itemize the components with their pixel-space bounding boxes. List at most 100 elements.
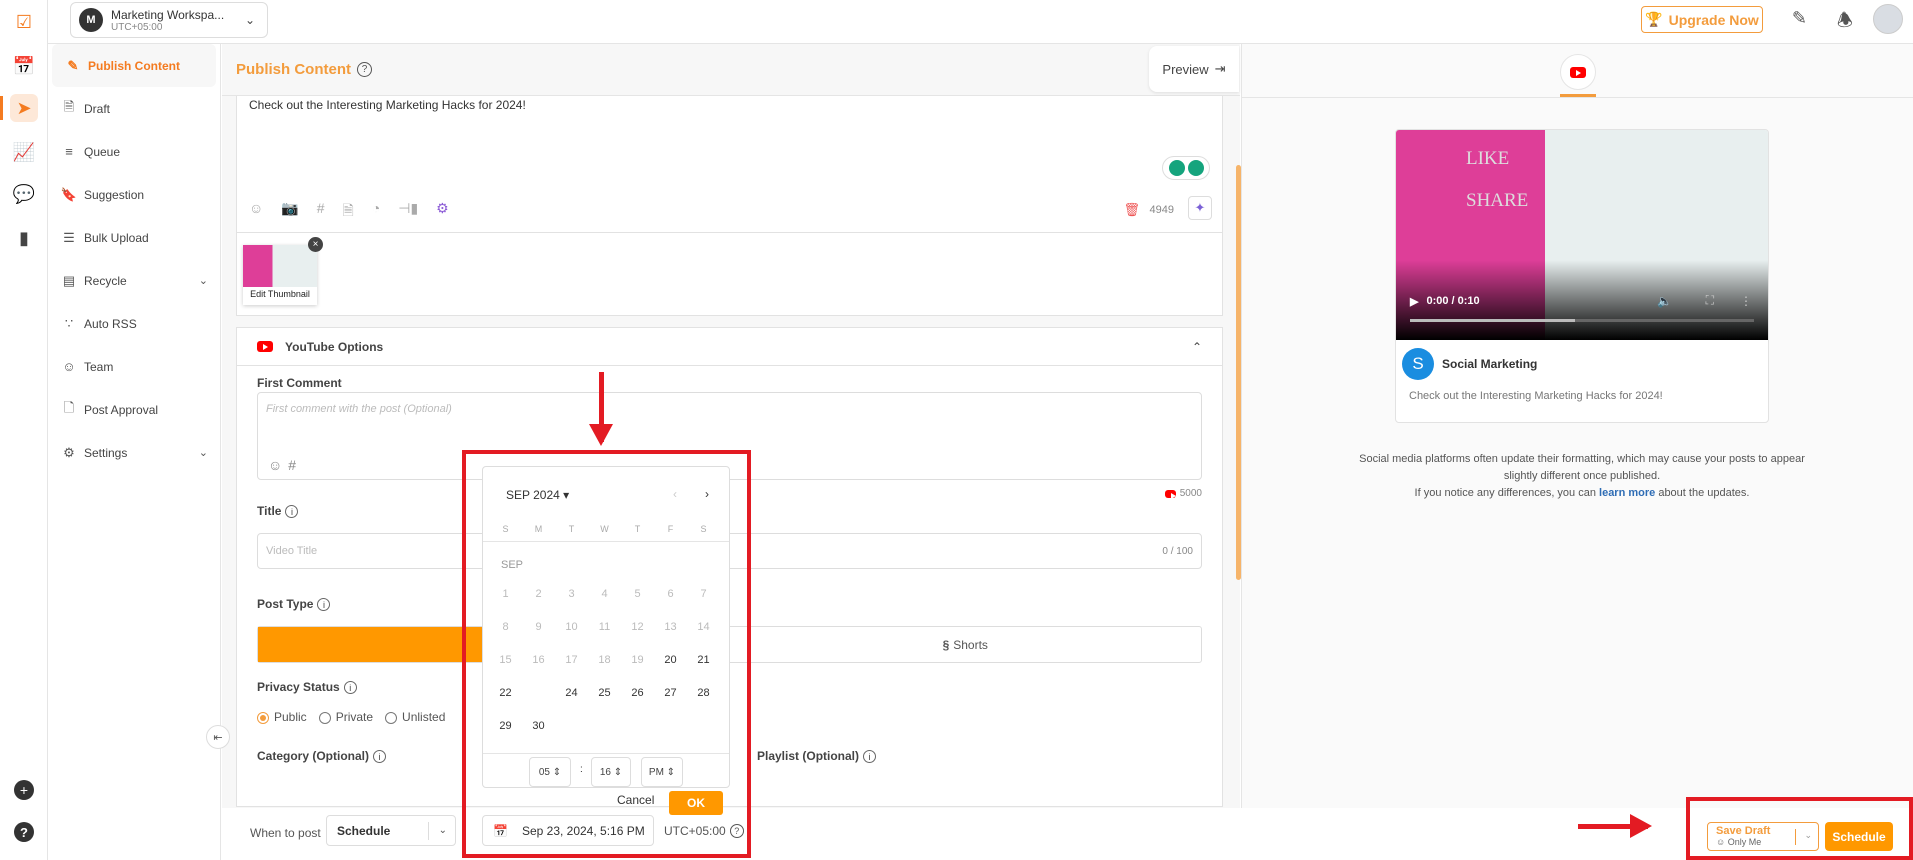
plugin-icon[interactable]: ⊣▮ <box>398 200 418 224</box>
calendar-day[interactable]: 29 <box>489 720 522 732</box>
document-icon[interactable]: 🗎 <box>343 200 354 224</box>
help-icon[interactable]: ? <box>10 818 38 846</box>
cancel-button[interactable]: Cancel <box>617 793 654 807</box>
edit-thumbnail-link[interactable]: Edit Thumbnail <box>243 289 317 299</box>
ampm-value: PM <box>648 766 664 778</box>
workspace-selector[interactable]: M Marketing Workspa... UTC+05:00 ⌄ <box>70 2 268 38</box>
info-icon[interactable]: i <box>285 505 299 519</box>
calendar-day[interactable]: 26 <box>621 687 654 699</box>
collapse-sidebar-button[interactable]: ⇤ <box>206 725 230 749</box>
add-icon[interactable]: + <box>10 776 38 804</box>
analytics-icon[interactable]: 📈 <box>10 138 38 166</box>
calendar-day[interactable]: 22 <box>489 687 522 699</box>
info-icon[interactable]: i <box>373 750 387 764</box>
info-icon[interactable]: i <box>317 598 331 612</box>
emoji-icon[interactable]: ☺ <box>268 457 282 473</box>
chevron-down-icon: ⌄ <box>244 13 255 27</box>
privacy-public-radio[interactable]: Public <box>257 710 307 724</box>
info-icon[interactable]: i <box>343 681 357 695</box>
hour-spinner[interactable]: 05 ⇕ <box>529 757 571 787</box>
notice-text: If you notice any differences, you can <box>1414 487 1600 499</box>
grammarly-widget[interactable] <box>1162 156 1210 180</box>
post-text-input[interactable]: Check out the Interesting Marketing Hack… <box>249 98 526 112</box>
calendar-day[interactable]: 27 <box>654 687 687 699</box>
calendar-day[interactable]: 28 <box>687 687 720 699</box>
emoji-icon[interactable]: ☺ <box>249 200 263 224</box>
calendar-day[interactable]: 25 <box>588 687 621 699</box>
layers-icon: ☰ <box>63 229 75 245</box>
sidebar-item-team[interactable]: ☺ Team <box>48 345 220 388</box>
sidebar-item-post-approval[interactable]: 🗋 Post Approval <box>48 388 220 431</box>
hashtag-icon[interactable]: # <box>317 200 325 224</box>
info-icon[interactable]: i <box>863 750 877 764</box>
play-icon[interactable]: ▶ <box>1410 295 1418 308</box>
user-avatar[interactable] <box>1873 4 1903 34</box>
media-thumbnail[interactable]: Edit Thumbnail × <box>243 237 323 305</box>
datetime-picker-input[interactable]: 📅 Sep 23, 2024, 5:16 PM <box>482 815 654 846</box>
sidebar-item-bulk-upload[interactable]: ☰ Bulk Upload <box>48 216 220 259</box>
first-comment-field[interactable]: First comment with the post (Optional) ☺… <box>257 392 1202 480</box>
magic-wand-icon[interactable]: ✦ <box>1188 196 1212 220</box>
audio-waves-icon[interactable]: ▮ <box>10 224 38 252</box>
app-logo-icon[interactable]: ☑ <box>10 8 38 36</box>
sidebar-item-publish-content[interactable]: ✎ Publish Content <box>52 44 216 87</box>
video-progress-bar[interactable] <box>1410 319 1754 322</box>
ampm-spinner[interactable]: PM ⇕ <box>641 757 683 787</box>
upgrade-now-button[interactable]: 🏆 Upgrade Now <box>1641 6 1763 33</box>
month-label: SEP <box>501 559 524 571</box>
send-icon[interactable]: ➤ <box>10 94 38 122</box>
help-icon[interactable]: ? <box>729 824 744 838</box>
weekday-label: M <box>534 524 543 534</box>
sidebar-item-recycle[interactable]: ▤ Recycle ⌄ <box>48 259 220 302</box>
next-month-icon[interactable]: › <box>705 487 709 501</box>
playlist-label-text: Playlist (Optional) <box>757 749 860 763</box>
minute-spinner[interactable]: 16 ⇕ <box>591 757 631 787</box>
trash-icon[interactable]: 🗑 <box>1123 202 1140 218</box>
hashtag-icon[interactable]: # <box>288 457 296 473</box>
schedule-button[interactable]: Schedule <box>1825 822 1893 851</box>
privacy-private-radio[interactable]: Private <box>318 710 373 724</box>
calendar-day[interactable]: 20 <box>654 654 687 666</box>
youtube-options-header[interactable]: YouTube Options <box>237 328 1222 366</box>
preview-tab-youtube[interactable] <box>1560 54 1596 90</box>
month-year-selector[interactable]: SEP 2024 ▾ <box>506 488 569 502</box>
video-player[interactable]: LIKE SHARE ▶ 0:00 / 0:10 🔈 ⛶ ⋮ <box>1396 130 1768 340</box>
chevron-down-icon[interactable]: ⌄ <box>1804 830 1812 841</box>
calendar-day: 1 <box>502 588 509 600</box>
sidebar-item-auto-rss[interactable]: ∵ Auto RSS <box>48 302 220 345</box>
pie-chart-icon[interactable]: ◔ <box>372 200 380 224</box>
chevron-down-icon: ⌄ <box>198 447 208 459</box>
calendar-day[interactable]: 24 <box>555 687 588 699</box>
fullscreen-icon[interactable]: ⛶ <box>1706 293 1714 308</box>
sidebar-item-label: Suggestion <box>84 187 145 202</box>
camera-icon[interactable]: 📷 <box>281 200 298 224</box>
calendar-day[interactable]: 30 <box>522 720 555 732</box>
post-type-label-text: Post Type <box>257 597 314 611</box>
privacy-unlisted-radio[interactable]: Unlisted <box>385 710 445 724</box>
author-name: Social Marketing <box>1442 357 1538 371</box>
calendar-day[interactable]: 21 <box>687 654 720 666</box>
preview-toggle-button[interactable]: Preview ⇥ <box>1149 46 1239 92</box>
post-type-shorts-button[interactable]: § Shorts <box>730 627 1202 662</box>
sidebar-item-draft[interactable]: 🗎 Draft <box>48 87 220 130</box>
chevron-up-icon[interactable]: ⌃ <box>1192 340 1202 354</box>
sidebar-item-suggestion[interactable]: 🔖 Suggestion <box>48 173 220 216</box>
learn-more-link[interactable]: learn more <box>1599 487 1655 499</box>
calendar-day-selected[interactable]: 23 <box>522 679 555 708</box>
sidebar-item-label: Auto RSS <box>84 316 137 331</box>
save-draft-button[interactable]: Save Draft ☺ Only Me ⌄ <box>1707 822 1819 851</box>
volume-icon[interactable]: 🔈 <box>1657 294 1672 308</box>
when-to-post-select[interactable]: Schedule ⌄ <box>326 815 456 846</box>
prev-month-icon[interactable]: ‹ <box>673 487 677 501</box>
sidebar-item-queue[interactable]: ≡ Queue <box>48 130 220 173</box>
help-icon[interactable]: ? <box>357 62 372 77</box>
ok-button[interactable]: OK <box>669 791 723 815</box>
sidebar-item-settings[interactable]: ⚙ Settings ⌄ <box>48 431 220 474</box>
chat-icon[interactable]: 💬 <box>10 180 38 208</box>
feedback-icon[interactable]: ✎ <box>1792 8 1807 29</box>
more-options-icon[interactable]: ⋮ <box>1740 294 1752 308</box>
calendar-icon[interactable]: 📅 <box>10 52 38 80</box>
bell-icon[interactable]: 🕭 <box>1837 8 1853 38</box>
ai-bot-icon[interactable]: ⚙ <box>436 200 449 224</box>
close-icon[interactable]: × <box>308 237 323 252</box>
